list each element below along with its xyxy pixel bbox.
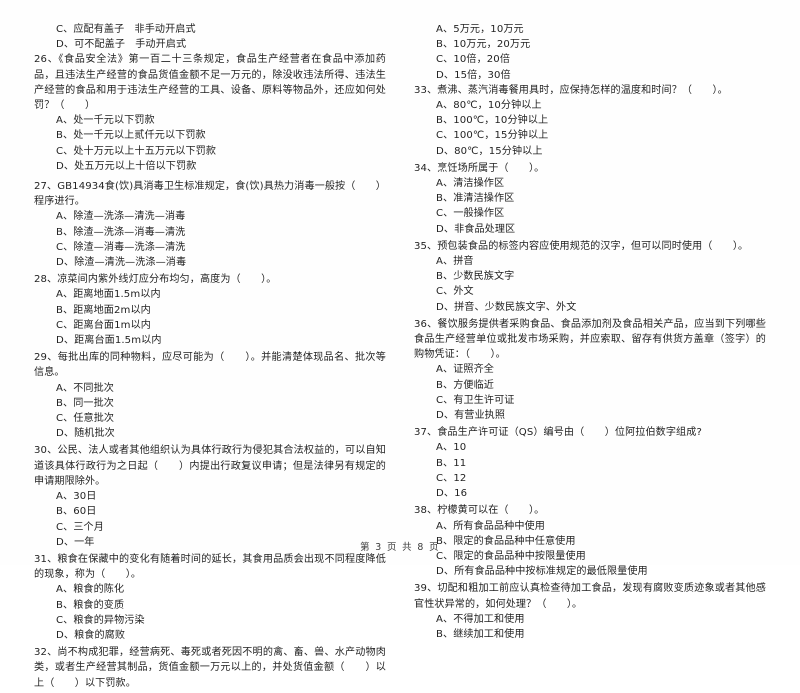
option-item: A、除渣—洗涤—清洗—消毒 bbox=[56, 211, 186, 223]
exam-page: C、应配有盖子 非手动开启式 D、可不配盖子 手动开启式 26、《食品安全法》第… bbox=[0, 0, 800, 689]
question-stem: 26、《食品安全法》第一百二十三条规定，食品生产经营者在食品中添加药品，且违法生… bbox=[34, 54, 386, 112]
question-stem: 32、尚不构成犯罪，经营病死、毒死或者死因不明的禽、畜、兽、水产动物肉类，或者生… bbox=[34, 647, 386, 689]
question-31: 31、粮食在保藏中的变化有随着时间的延长，其食用品质会出现不同程度降低的现象，称… bbox=[34, 552, 386, 643]
two-column-layout: C、应配有盖子 非手动开启式 D、可不配盖子 手动开启式 26、《食品安全法》第… bbox=[34, 22, 766, 689]
option-item: D、有营业执照 bbox=[436, 410, 506, 422]
option-item: C、除渣—消毒—洗涤—清洗 bbox=[56, 241, 186, 253]
question-26: 26、《食品安全法》第一百二十三条规定，食品生产经营者在食品中添加药品，且违法生… bbox=[34, 52, 386, 174]
option-list: A、距离地面1.5m以内 B、距离地面2m以内 C、距离台面1m以内 D、距离台… bbox=[34, 287, 386, 348]
option-item: C、三个月 bbox=[56, 521, 104, 533]
option-item: A、不得加工和使用 bbox=[436, 613, 525, 625]
question-stem: 39、切配和粗加工前应认真检查待加工食品，发现有腐败变质迹象或者其他感官性状异常… bbox=[414, 583, 766, 610]
option-item: B、准清洁操作区 bbox=[436, 193, 515, 205]
option-item: C、处十万元以上十五万元以下罚款 bbox=[56, 145, 217, 157]
option-list: A、不同批次 B、同一批次 C、任意批次 D、随机批次 bbox=[34, 381, 386, 442]
option-item: A、30日 bbox=[56, 491, 97, 503]
option-item: A、证照齐全 bbox=[436, 364, 494, 376]
option-item: B、同一批次 bbox=[56, 397, 114, 409]
option-list: A、不得加工和使用 B、继续加工和使用 bbox=[414, 612, 766, 642]
option-item: C、有卫生许可证 bbox=[436, 394, 515, 406]
option-item: B、除渣—洗涤—消毒—清洗 bbox=[56, 226, 186, 238]
option-item: D、除渣—清洗—洗涤—消毒 bbox=[56, 257, 187, 269]
option-item: A、5万元，10万元 bbox=[436, 24, 524, 35]
question-33: 33、煮沸、蒸汽消毒餐用具时，应保持怎样的温度和时间？（ ）。 A、80℃，10… bbox=[414, 83, 766, 159]
question-29: 29、每批出库的同种物料，应尽可能为（ ）。并能清楚体现品名、批次等信息。 A、… bbox=[34, 350, 386, 441]
option-item: B、60日 bbox=[56, 506, 97, 518]
option-item: C、应配有盖子 非手动开启式 bbox=[56, 24, 196, 35]
option-item: D、粮食的腐败 bbox=[56, 629, 126, 641]
option-item: D、所有食品品种中按标准规定的最低限量使用 bbox=[436, 566, 648, 578]
option-item: B、少数民族文字 bbox=[436, 271, 515, 283]
option-item: A、清洁操作区 bbox=[436, 178, 505, 190]
question-32: 32、尚不构成犯罪，经营病死、毒死或者死因不明的禽、畜、兽、水产动物肉类，或者生… bbox=[34, 645, 386, 691]
question-stem: 37、食品生产许可证（QS）编号由（ ）位阿拉伯数字组成? bbox=[414, 427, 702, 439]
question-stem: 38、柠檬黄可以在（ ）。 bbox=[414, 505, 545, 517]
option-item: A、粮食的陈化 bbox=[56, 584, 125, 596]
option-item: A、不同批次 bbox=[56, 382, 114, 394]
option-item: C、10倍，20倍 bbox=[436, 54, 511, 66]
option-item: B、距离地面2m以内 bbox=[56, 304, 151, 316]
question-37: 37、食品生产许可证（QS）编号由（ ）位阿拉伯数字组成? A、10 B、11 … bbox=[414, 425, 766, 501]
question-stem: 33、煮沸、蒸汽消毒餐用具时，应保持怎样的温度和时间？（ ）。 bbox=[414, 84, 728, 96]
option-item: A、10 bbox=[436, 442, 467, 454]
question-30: 30、公民、法人或者其他组织认为具体行政行为侵犯其合法权益的，可以自知道该具体行… bbox=[34, 443, 386, 549]
option-item: B、粮食的变质 bbox=[56, 599, 125, 611]
option-item: B、方便临近 bbox=[436, 379, 494, 391]
option-item: A、80℃，10分钟以上 bbox=[436, 100, 542, 112]
option-item: D、处五万元以上十倍以下罚款 bbox=[56, 160, 197, 172]
option-item: C、100℃，15分钟以上 bbox=[436, 130, 549, 142]
option-item: B、11 bbox=[436, 457, 467, 469]
option-item: C、一般操作区 bbox=[436, 208, 505, 220]
question-36: 36、餐饮服务提供者采购食品、食品添加剂及食品相关产品，应当到下列哪些食品生产经… bbox=[414, 317, 766, 423]
option-item: B、处一千元以上贰仟元以下罚款 bbox=[56, 130, 206, 142]
option-item: A、处一千元以下罚款 bbox=[56, 115, 155, 127]
option-item: C、距离台面1m以内 bbox=[56, 319, 151, 331]
option-list: A、证照齐全 B、方便临近 C、有卫生许可证 D、有营业执照 bbox=[414, 362, 766, 423]
question-stem: 30、公民、法人或者其他组织认为具体行政行为侵犯其合法权益的，可以自知道该具体行… bbox=[34, 445, 386, 487]
option-item: A、距离地面1.5m以内 bbox=[56, 289, 161, 301]
option-item: A、所有食品品种中使用 bbox=[436, 520, 545, 532]
option-item: D、随机批次 bbox=[56, 428, 115, 440]
question-35: 35、预包装食品的标签内容应使用规范的汉字，但可以同时使用（ ）。 A、拼音 B… bbox=[414, 239, 766, 315]
question-stem: 35、预包装食品的标签内容应使用规范的汉字，但可以同时使用（ ）。 bbox=[414, 240, 749, 252]
option-item: B、10万元，20万元 bbox=[436, 39, 531, 51]
option-item: B、100℃，10分钟以上 bbox=[436, 115, 549, 127]
question-stem: 31、粮食在保藏中的变化有随着时间的延长，其食用品质会出现不同程度降低的现象，称… bbox=[34, 553, 386, 581]
option-list: A、10 B、11 C、12 D、16 bbox=[414, 440, 766, 501]
option-list: A、除渣—洗涤—清洗—消毒 B、除渣—洗涤—消毒—清洗 C、除渣—消毒—洗涤—清… bbox=[34, 209, 386, 270]
option-list: A、80℃，10分钟以上 B、100℃，10分钟以上 C、100℃，15分钟以上… bbox=[414, 98, 766, 159]
question-28: 28、凉菜间内紫外线灯应分布均匀，高度为（ ）。 A、距离地面1.5m以内 B、… bbox=[34, 272, 386, 348]
page-footer: 第 3 页 共 8 页 bbox=[360, 542, 440, 553]
left-column: C、应配有盖子 非手动开启式 D、可不配盖子 手动开启式 26、《食品安全法》第… bbox=[34, 22, 386, 693]
question-stem: 27、GB14934食(饮)具消毒卫生标准规定，食(饮)具热力消毒一般按（ ）程… bbox=[34, 181, 386, 208]
question-stem: 28、凉菜间内紫外线灯应分布均匀，高度为（ ）。 bbox=[34, 274, 277, 286]
orphan-options-left: C、应配有盖子 非手动开启式 D、可不配盖子 手动开启式 bbox=[34, 22, 386, 52]
option-item: C、任意批次 bbox=[56, 413, 115, 425]
option-item: B、继续加工和使用 bbox=[436, 628, 525, 640]
option-item: D、16 bbox=[436, 488, 468, 500]
option-item: A、拼音 bbox=[436, 256, 474, 268]
question-34: 34、烹饪场所属于（ ）。 A、清洁操作区 B、准清洁操作区 C、一般操作区 D… bbox=[414, 161, 766, 237]
question-stem: 36、餐饮服务提供者采购食品、食品添加剂及食品相关产品，应当到下列哪些食品生产经… bbox=[414, 318, 766, 361]
option-item: D、可不配盖子 手动开启式 bbox=[56, 39, 187, 51]
option-item: C、12 bbox=[436, 472, 467, 484]
option-item: D、80℃，15分钟以上 bbox=[436, 145, 543, 157]
question-stem: 34、烹饪场所属于（ ）。 bbox=[414, 162, 545, 174]
option-item: D、距离台面1.5m以内 bbox=[56, 335, 162, 347]
option-list: A、拼音 B、少数民族文字 C、外文 D、拼音、少数民族文字、外文 bbox=[414, 254, 766, 315]
question-stem: 29、每批出库的同种物料，应尽可能为（ ）。并能清楚体现品名、批次等信息。 bbox=[34, 352, 386, 379]
option-item: C、外文 bbox=[436, 286, 474, 298]
question-39: 39、切配和粗加工前应认真检查待加工食品，发现有腐败变质迹象或者其他感官性状异常… bbox=[414, 581, 766, 642]
option-item: C、粮食的异物污染 bbox=[56, 614, 145, 626]
option-item: D、15倍，30倍 bbox=[436, 69, 511, 81]
option-item: D、非食品处理区 bbox=[436, 223, 516, 235]
option-list: A、处一千元以下罚款 B、处一千元以上贰仟元以下罚款 C、处十万元以上十五万元以… bbox=[34, 113, 386, 174]
option-item: D、拼音、少数民族文字、外文 bbox=[436, 301, 577, 313]
option-list: A、粮食的陈化 B、粮食的变质 C、粮食的异物污染 D、粮食的腐败 bbox=[34, 582, 386, 643]
question-27: 27、GB14934食(饮)具消毒卫生标准规定，食(饮)具热力消毒一般按（ ）程… bbox=[34, 179, 386, 270]
option-list: A、清洁操作区 B、准清洁操作区 C、一般操作区 D、非食品处理区 bbox=[414, 176, 766, 237]
orphan-options-right: A、5万元，10万元 B、10万元，20万元 C、10倍，20倍 D、15倍，3… bbox=[414, 22, 766, 83]
